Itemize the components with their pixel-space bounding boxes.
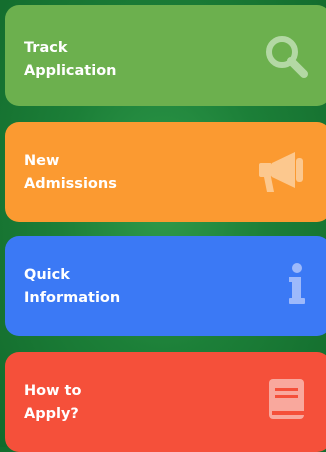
search-icon: [266, 36, 308, 78]
track-application-card[interactable]: Track Application: [5, 5, 326, 106]
new-admissions-label: New Admissions: [24, 153, 117, 192]
megaphone-icon: [259, 152, 303, 192]
how-to-apply-label: How to Apply?: [24, 383, 82, 422]
quick-information-label: Quick Information: [24, 267, 121, 306]
quick-information-card[interactable]: Quick Information: [5, 236, 326, 336]
track-application-label: Track Application: [24, 40, 117, 79]
new-admissions-card[interactable]: New Admissions: [5, 122, 326, 222]
info-icon: [289, 263, 305, 304]
how-to-apply-card[interactable]: How to Apply?: [5, 352, 326, 452]
book-icon: [269, 379, 304, 419]
